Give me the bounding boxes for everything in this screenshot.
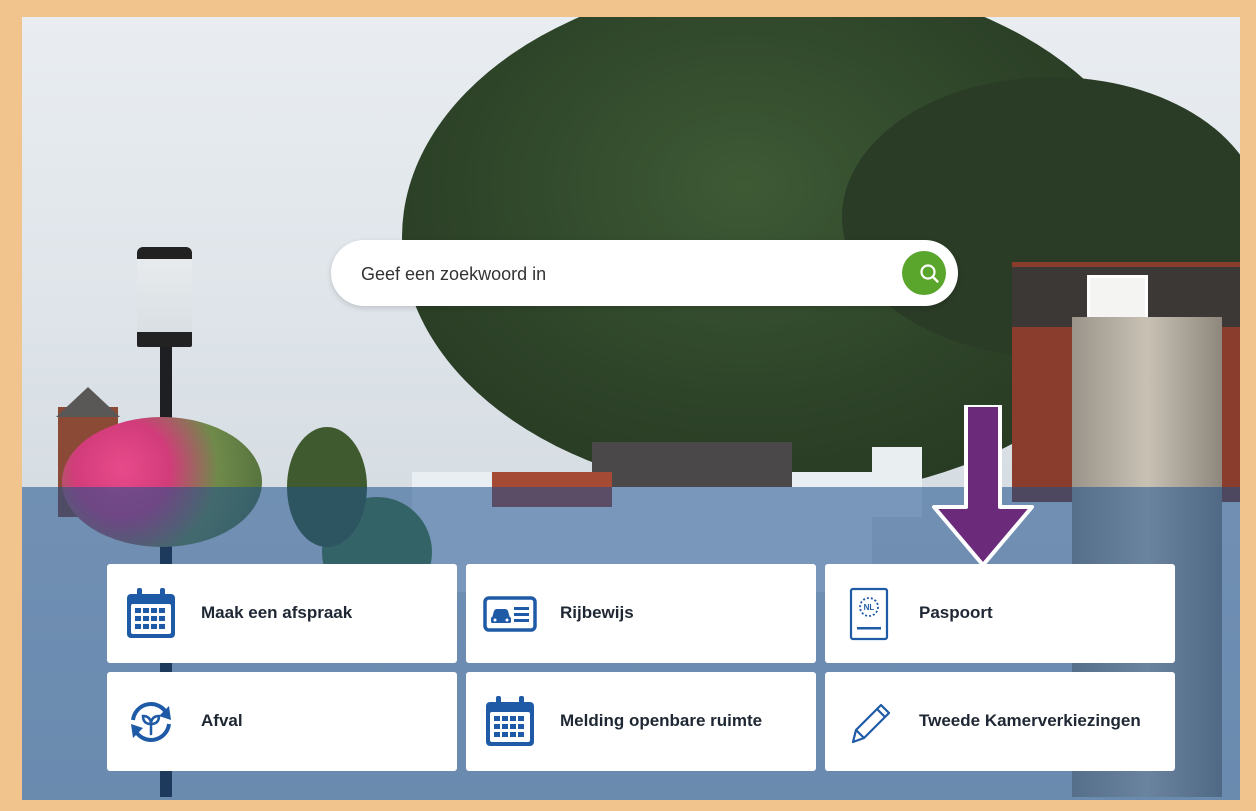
tile-afval[interactable]: Afval bbox=[107, 672, 457, 771]
tile-label: Rijbewijs bbox=[560, 603, 634, 623]
svg-text:NL: NL bbox=[864, 603, 875, 612]
hero-background: Maak een afspraak Rijbewijs NL bbox=[22, 17, 1240, 800]
hero-building-roof bbox=[592, 442, 792, 487]
recycle-icon bbox=[131, 702, 171, 742]
tile-melding-openbare-ruimte[interactable]: Melding openbare ruimte bbox=[466, 672, 816, 771]
search-input[interactable] bbox=[359, 240, 883, 308]
search-bar bbox=[331, 240, 958, 308]
tile-label: Maak een afspraak bbox=[201, 603, 353, 623]
page-frame: Maak een afspraak Rijbewijs NL bbox=[0, 0, 1256, 811]
tile-maak-een-afspraak[interactable]: Maak een afspraak bbox=[107, 564, 457, 663]
arrow-down-icon bbox=[932, 405, 1034, 565]
search-icon bbox=[920, 264, 939, 283]
search-button[interactable] bbox=[902, 251, 946, 295]
passport-icon: NL bbox=[849, 587, 889, 641]
tile-label: Paspoort bbox=[919, 603, 993, 623]
calendar-icon bbox=[127, 588, 175, 638]
tile-paspoort[interactable]: NL Paspoort bbox=[825, 564, 1175, 663]
tile-rijbewijs[interactable]: Rijbewijs bbox=[466, 564, 816, 663]
drivers-license-icon bbox=[483, 596, 537, 632]
tile-label: Afval bbox=[201, 711, 243, 731]
tile-tweede-kamerverkiezingen[interactable]: Tweede Kamerverkiezingen bbox=[825, 672, 1175, 771]
tile-label: Melding openbare ruimte bbox=[560, 711, 763, 731]
calendar-icon bbox=[486, 696, 534, 746]
tile-label: Tweede Kamerverkiezingen bbox=[919, 711, 1141, 731]
pencil-icon bbox=[851, 703, 891, 744]
hero-lamp bbox=[137, 247, 192, 347]
